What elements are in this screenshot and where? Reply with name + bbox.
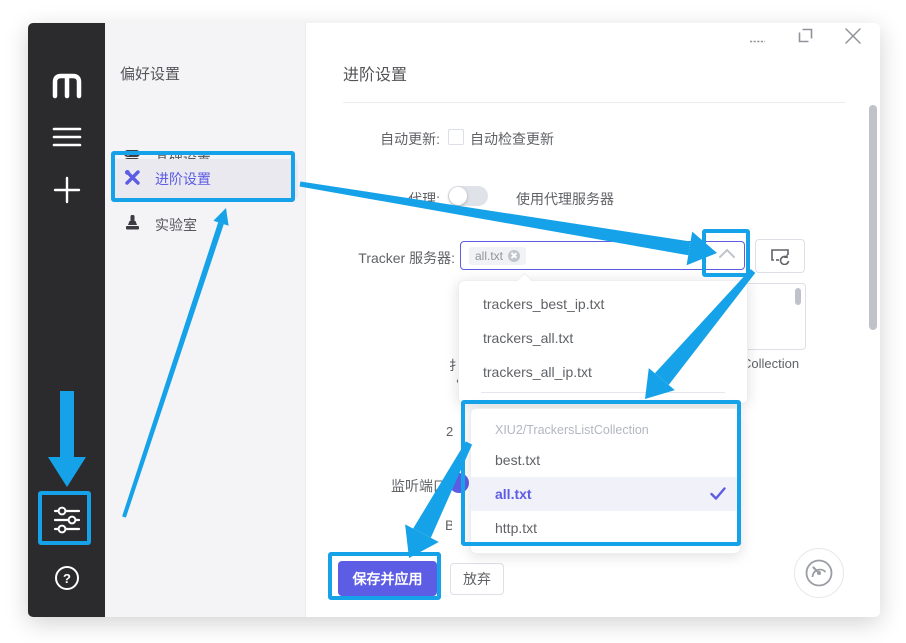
dropdown-item[interactable]: trackers_all_ip.txt [459, 355, 747, 389]
sync-trackers-button[interactable] [755, 239, 805, 273]
help-glyph: ? [63, 571, 71, 586]
dropdown-item-selected[interactable]: all.txt [471, 477, 740, 511]
auto-update-checkbox[interactable] [448, 129, 464, 145]
dropdown-item[interactable]: trackers_all.txt [459, 321, 747, 355]
text-fragment: B [445, 517, 452, 533]
tracker-dropdown-panel-2: XIU2/TrackersListCollection best.txt all… [470, 408, 741, 554]
sidebar-item-lab[interactable]: 实验室 [112, 205, 298, 245]
tracker-dropdown-panel: trackers_best_ip.txt trackers_all.txt tr… [458, 280, 748, 404]
textarea-scrollbar[interactable] [795, 288, 801, 305]
port-dice-button[interactable] [449, 473, 469, 493]
proxy-toggle[interactable] [448, 186, 488, 206]
text-fragment: 2 [446, 424, 454, 439]
dropdown-caret [517, 273, 533, 289]
sidebar-item-label: 进阶设置 [155, 169, 211, 189]
chevron-up-icon[interactable] [718, 248, 736, 260]
window-scrollbar[interactable] [869, 105, 877, 330]
speed-gauge-button[interactable] [794, 548, 844, 598]
help-text-fragment: 〈 [449, 371, 458, 390]
selected-tag-label: all.txt [475, 249, 503, 263]
dropdown-item[interactable]: best.txt [471, 443, 740, 477]
toggle-knob [449, 187, 467, 205]
tag-close-icon[interactable] [508, 250, 520, 262]
maximize-button[interactable] [798, 28, 814, 46]
check-icon [710, 487, 726, 500]
minimize-button[interactable] [750, 29, 766, 53]
auto-update-label: 自动更新: [320, 129, 440, 149]
add-task-icon[interactable] [28, 169, 105, 211]
tracker-label: Tracker 服务器: [320, 248, 455, 268]
screen: ? 偏好设置 基础设置 [0, 0, 906, 643]
dropdown-group-header: XIU2/TrackersListCollection [471, 417, 740, 443]
dropdown-item[interactable]: http.txt [471, 511, 740, 545]
task-list-icon[interactable] [28, 116, 105, 158]
stamp-icon [124, 215, 141, 235]
preferences-sidebar [105, 23, 306, 617]
preferences-title: 偏好设置 [120, 63, 180, 84]
listen-port-label: 监听端口 [335, 476, 447, 496]
tracker-select-input[interactable]: all.txt [460, 241, 745, 270]
sidebar-item-advanced-settings[interactable]: 进阶设置 [112, 159, 298, 199]
dropdown-item[interactable]: trackers_best_ip.txt [459, 287, 747, 321]
preferences-sliders-icon[interactable] [28, 499, 105, 541]
app-sidebar: ? [28, 23, 105, 617]
sync-icon [770, 248, 790, 265]
proxy-toggle-label: 使用代理服务器 [516, 189, 614, 209]
auto-update-checkbox-label: 自动检查更新 [470, 129, 554, 149]
page-title: 进阶设置 [343, 61, 407, 85]
title-divider [343, 102, 845, 103]
selected-tag: all.txt [469, 247, 526, 265]
discard-button[interactable]: 放弃 [450, 563, 504, 595]
save-and-apply-button[interactable]: 保存并应用 [338, 561, 437, 596]
gauge-icon [804, 558, 834, 588]
motrix-logo-icon [28, 63, 105, 107]
close-button[interactable] [845, 28, 862, 46]
proxy-label: 代理: [320, 189, 440, 209]
dropdown-divider [481, 392, 725, 393]
help-icon[interactable]: ? [28, 563, 105, 593]
help-link-fragment[interactable]: Collection [742, 356, 812, 371]
tools-icon [124, 169, 141, 189]
sidebar-item-label: 实验室 [155, 215, 197, 235]
app-window: ? 偏好设置 基础设置 [28, 23, 880, 617]
